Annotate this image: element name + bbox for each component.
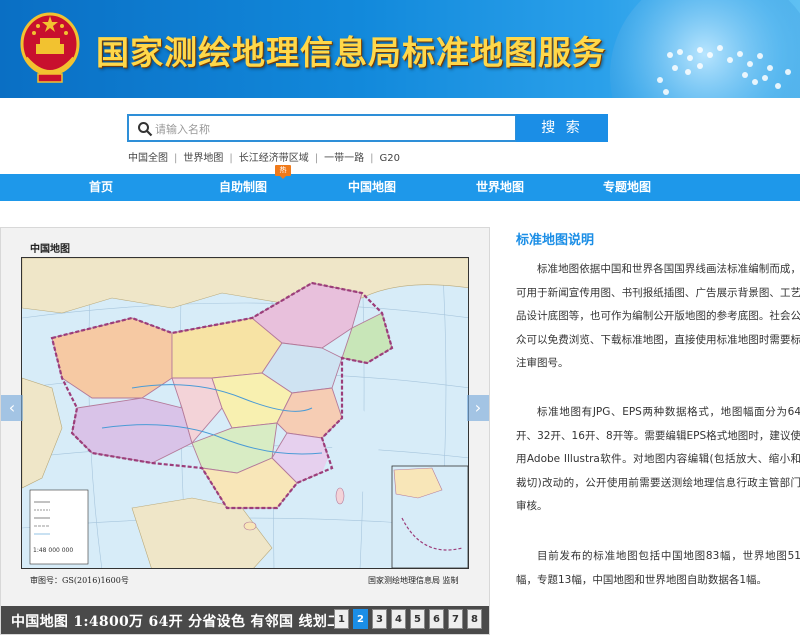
pager-item[interactable]: 8 bbox=[467, 609, 482, 629]
national-emblem-icon bbox=[20, 12, 80, 83]
separator: | bbox=[229, 153, 233, 164]
search-button[interactable]: 搜 索 bbox=[516, 114, 608, 142]
info-paragraph-1: 标准地图依据中国和世界各国国界线画法标准编制而成，可用于新闻宣传用图、书刊报纸插… bbox=[516, 263, 800, 369]
next-slide-button[interactable]: › bbox=[467, 395, 489, 421]
map-preview-image[interactable] bbox=[21, 257, 469, 569]
nav-item-home[interactable]: 首页 bbox=[70, 174, 132, 201]
china-map-illustration bbox=[22, 258, 468, 568]
separator: | bbox=[314, 153, 319, 164]
quick-link-yangtze-belt[interactable]: 长江经济带区域 bbox=[239, 153, 309, 164]
search-input[interactable] bbox=[155, 120, 505, 138]
search-bar: 搜 索 bbox=[127, 114, 608, 142]
pager-item[interactable]: 3 bbox=[372, 609, 387, 629]
search-box bbox=[127, 114, 517, 142]
site-title: 国家测绘地理信息局标准地图服务 bbox=[96, 33, 606, 72]
nav-item-china-map[interactable]: 中国地图 bbox=[334, 174, 410, 201]
map-card-title: 中国地图 bbox=[30, 244, 70, 255]
map-publisher: 国家测绘地理信息局 监制 bbox=[368, 576, 459, 585]
quick-link-g20[interactable]: G20 bbox=[380, 153, 400, 164]
separator: | bbox=[174, 153, 178, 164]
site-banner: 国家测绘地理信息局标准地图服务 bbox=[0, 0, 800, 98]
pager-item[interactable]: 1 bbox=[334, 609, 349, 629]
hot-badge: 热 bbox=[275, 165, 291, 179]
prev-slide-button[interactable]: ‹ bbox=[1, 395, 23, 421]
pager-item[interactable]: 6 bbox=[429, 609, 444, 629]
nav-item-thematic-map[interactable]: 专题地图 bbox=[589, 174, 665, 201]
pager-item[interactable]: 4 bbox=[391, 609, 406, 629]
info-title: 标准地图说明 bbox=[516, 233, 595, 248]
search-icon bbox=[138, 122, 153, 137]
quick-link-belt-road[interactable]: 一带一路 bbox=[324, 153, 364, 164]
pager-item[interactable]: 7 bbox=[448, 609, 463, 629]
pager-item[interactable]: 5 bbox=[410, 609, 425, 629]
separator: | bbox=[370, 153, 374, 164]
nav-item-world-map[interactable]: 世界地图 bbox=[462, 174, 538, 201]
info-paragraph-3: 目前发布的标准地图包括中国地图83幅，世界地图51幅，专题13幅，中国地图和世界… bbox=[516, 550, 800, 586]
approval-number: 审图号：GS(2016)1600号 bbox=[30, 576, 129, 585]
quick-link-world-map[interactable]: 世界地图 bbox=[183, 153, 223, 164]
globe-decoration-icon bbox=[610, 0, 800, 98]
quick-links: 中国全图 | 世界地图 | 长江经济带区域 | 一带一路 | G20 bbox=[128, 149, 400, 164]
nav-item-custom-map[interactable]: 自助制图 bbox=[205, 174, 281, 201]
quick-link-china-full[interactable]: 中国全图 bbox=[128, 153, 168, 164]
info-paragraph-2: 标准地图有JPG、EPS两种数据格式，地图幅面分为64开、32开、16开、8开等… bbox=[516, 406, 800, 512]
slide-caption[interactable]: 中国地图 1:4800万 64开 分省设色 有邻国 线划二 bbox=[11, 611, 341, 631]
main-nav: 首页 自助制图 中国地图 世界地图 专题地图 bbox=[0, 174, 800, 201]
map-legend-scale: 1:48 000 000 bbox=[33, 547, 74, 554]
pager-item-active[interactable]: 2 bbox=[353, 609, 368, 629]
